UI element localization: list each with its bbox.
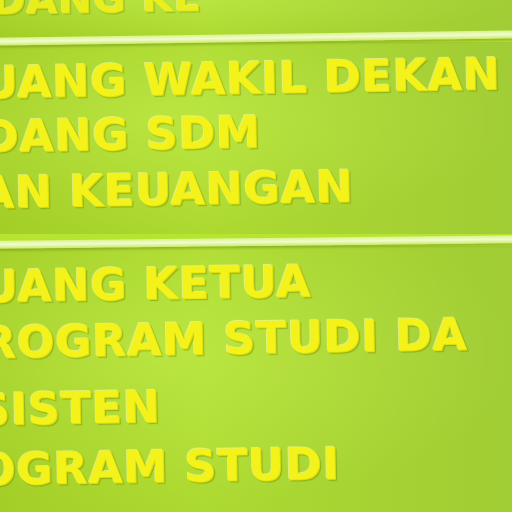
sign-text-line: DANG SDM	[0, 107, 262, 163]
sign-text-line: AN KEUANGAN	[0, 161, 354, 219]
sign-text-line: UANG KETUA	[0, 256, 312, 313]
sign-text-line: SISTEN	[0, 381, 162, 436]
sign-text-line: UANG WAKIL DEKAN	[0, 48, 502, 109]
sign-text-line: OGRAM STUDI	[0, 438, 341, 496]
sign-photo: DANG KE UANG WAKIL DEKAN DANG SDM AN KEU…	[0, 0, 512, 512]
sign-text-top-fragment: DANG KE	[0, 0, 202, 24]
sign-text-line: ROGRAM STUDI DA	[0, 309, 469, 369]
